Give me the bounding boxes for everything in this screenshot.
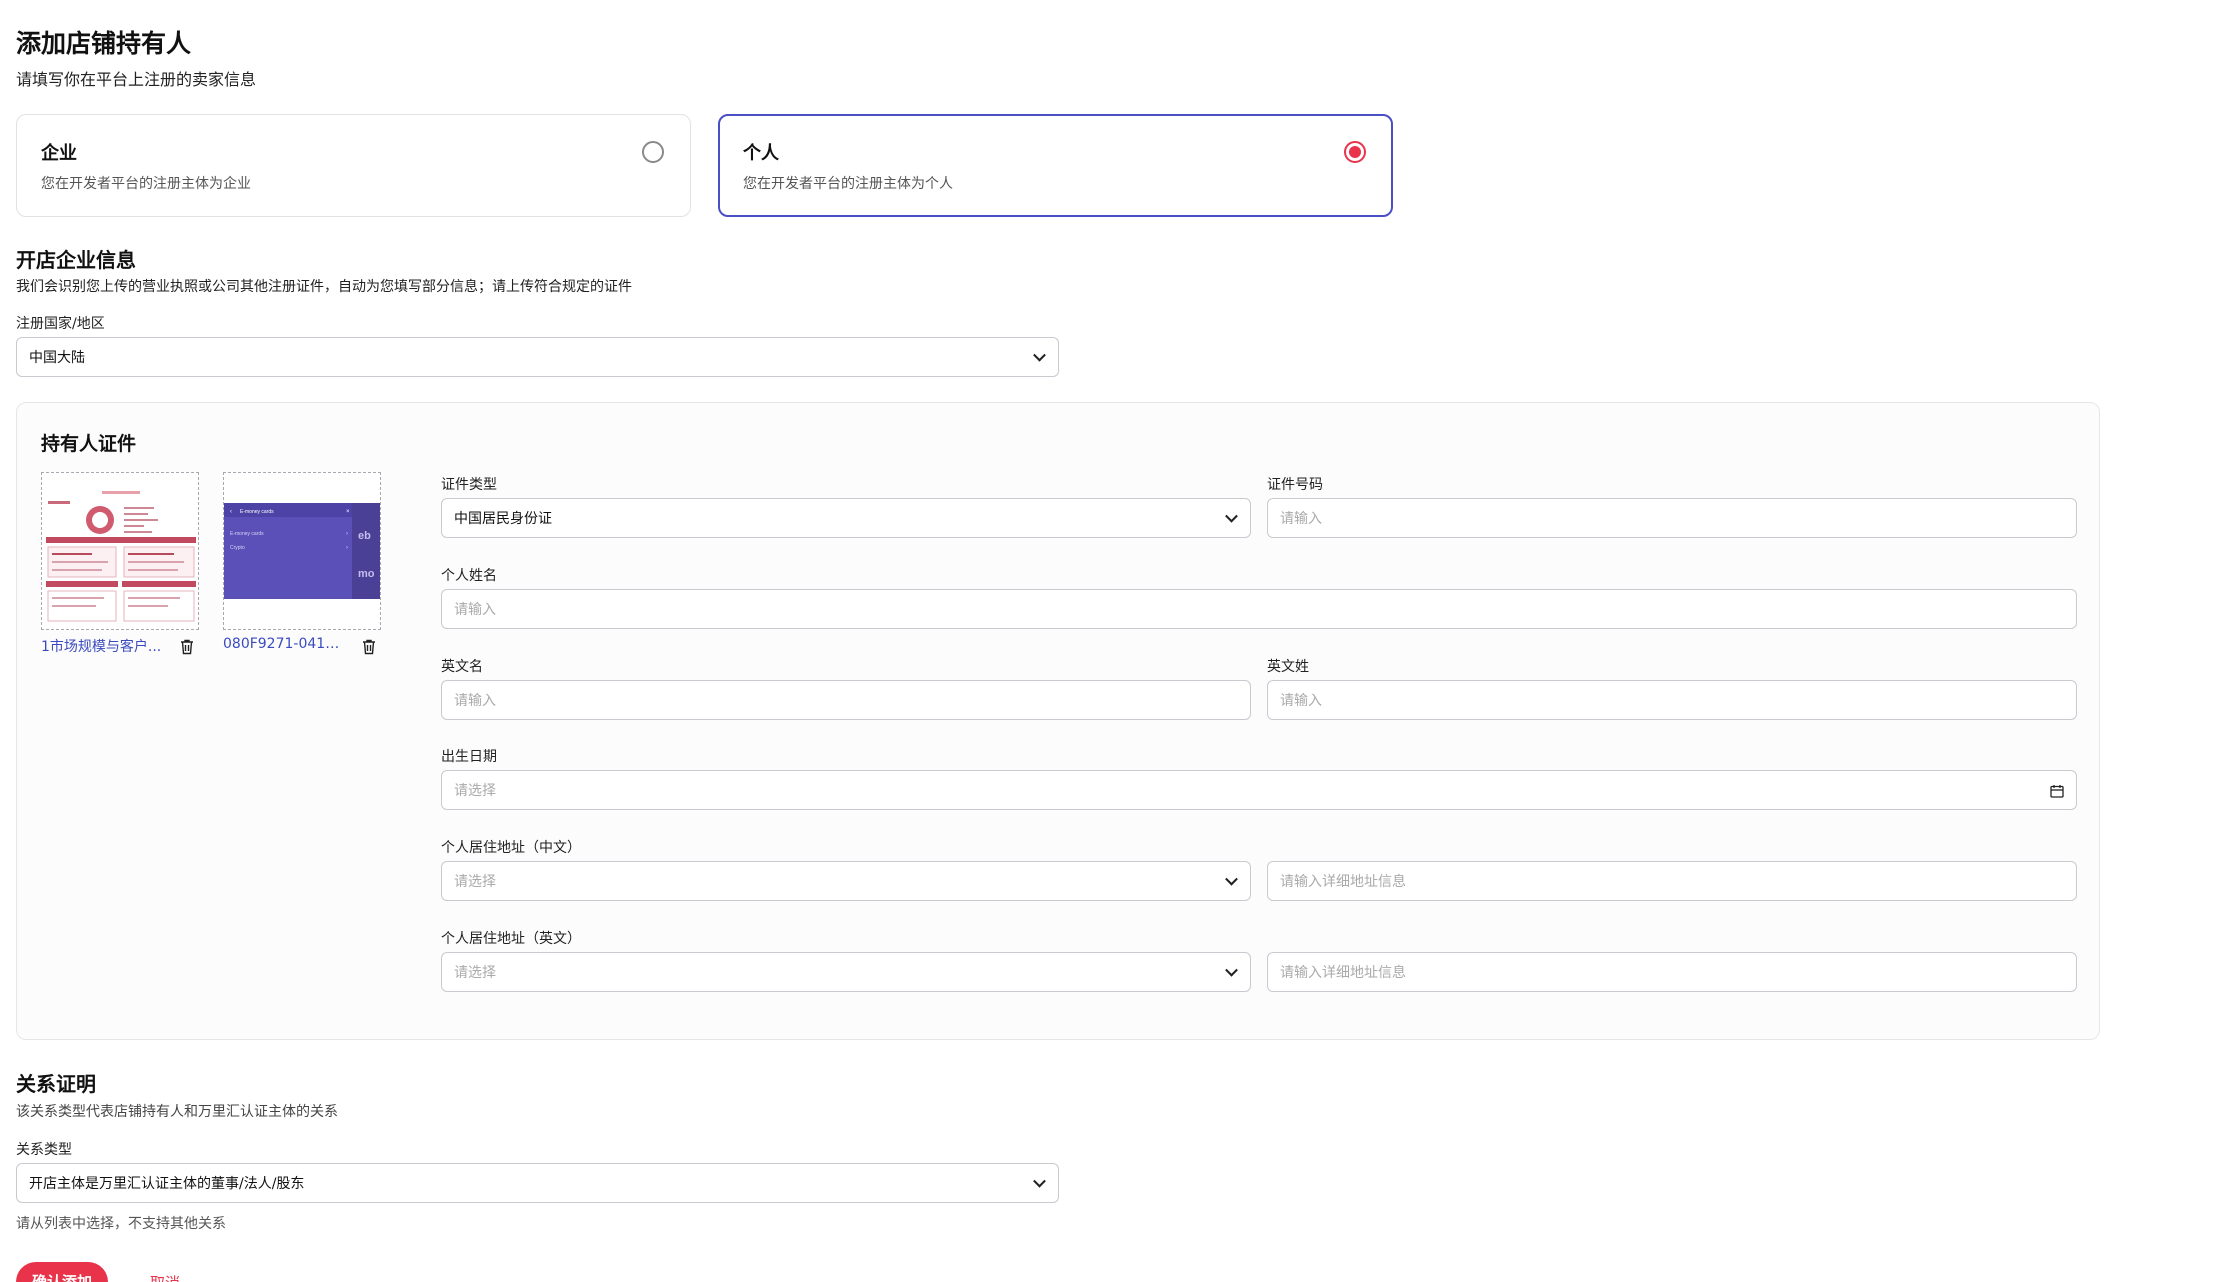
relation-type-value: 开店主体是万里汇认证主体的董事/法人/股东 [29, 1176, 305, 1192]
svg-text:›: › [346, 545, 348, 551]
svg-text:‹: ‹ [230, 509, 232, 515]
id-number-input[interactable]: 请输入 [1267, 498, 2077, 538]
name-placeholder: 请输入 [454, 602, 496, 618]
relation-type-label: 关系类型 [16, 1142, 72, 1158]
name-label: 个人姓名 [441, 568, 497, 584]
name-input[interactable]: 请输入 [441, 589, 2077, 629]
card-title: 个人 [743, 143, 779, 164]
country-label: 注册国家/地区 [16, 316, 105, 332]
emoney-cards-preview-image: E-money cards ‹ × E-money cards Crypto ›… [224, 473, 380, 629]
addr-cn-detail-input[interactable]: 请输入详细地址信息 [1267, 861, 2077, 901]
addr-en-detail-input[interactable]: 请输入详细地址信息 [1267, 952, 2077, 992]
thumb-line-3: Crypto [230, 545, 245, 551]
card-title: 企业 [41, 143, 77, 164]
id-type-value: 中国居民身份证 [454, 511, 552, 527]
country-select[interactable]: 中国大陆 [16, 337, 1059, 377]
addr-en-detail-placeholder: 请输入详细地址信息 [1280, 965, 1406, 981]
chevron-down-icon [1033, 1174, 1046, 1188]
entity-type-card-individual[interactable]: 个人 您在开发者平台的注册主体为个人 [718, 114, 1393, 217]
relation-title: 关系证明 [16, 1072, 96, 1096]
file-name-1[interactable]: 1市场规模与客户... [41, 636, 165, 656]
addr-en-label: 个人居住地址（英文） [441, 931, 581, 947]
last-name-placeholder: 请输入 [1280, 693, 1322, 709]
addr-en-select-placeholder: 请选择 [454, 965, 496, 981]
first-name-label: 英文名 [441, 659, 483, 675]
dob-placeholder: 请选择 [454, 783, 496, 799]
calendar-icon[interactable] [2050, 784, 2064, 798]
trash-icon[interactable] [180, 639, 194, 655]
chevron-down-icon [1033, 348, 1046, 362]
card-desc: 您在开发者平台的注册主体为企业 [41, 176, 251, 192]
addr-cn-region-select[interactable]: 请选择 [441, 861, 1251, 901]
cancel-button[interactable]: 取消 [150, 1272, 180, 1282]
addr-cn-label: 个人居住地址（中文） [441, 840, 581, 856]
first-name-placeholder: 请输入 [454, 693, 496, 709]
id-type-label: 证件类型 [441, 477, 497, 493]
addr-cn-select-placeholder: 请选择 [454, 874, 496, 890]
svg-text:eb: eb [358, 530, 371, 542]
card-desc: 您在开发者平台的注册主体为个人 [743, 176, 953, 192]
first-name-input[interactable]: 请输入 [441, 680, 1251, 720]
svg-text:mo: mo [358, 568, 375, 580]
company-info-desc: 我们会识别您上传的营业执照或公司其他注册证件，自动为您填写部分信息；请上传符合规… [16, 279, 632, 295]
trash-icon[interactable] [362, 639, 376, 655]
confirm-add-button[interactable]: 确认添加 [16, 1262, 108, 1282]
chevron-down-icon [1225, 872, 1238, 886]
relation-type-select[interactable]: 开店主体是万里汇认证主体的董事/法人/股东 [16, 1163, 1059, 1203]
country-value: 中国大陆 [29, 350, 85, 366]
relation-desc: 该关系类型代表店铺持有人和万里汇认证主体的关系 [16, 1104, 338, 1120]
page-title: 添加店铺持有人 [16, 29, 192, 58]
thumb-line-2: E-money cards [230, 531, 264, 537]
chevron-down-icon [1225, 509, 1238, 523]
last-name-label: 英文姓 [1267, 659, 1309, 675]
id-number-label: 证件号码 [1267, 477, 1323, 493]
svg-text:›: › [346, 531, 348, 537]
last-name-input[interactable]: 请输入 [1267, 680, 2077, 720]
uploaded-image-thumbnail[interactable] [41, 472, 199, 630]
entity-type-card-company[interactable]: 企业 您在开发者平台的注册主体为企业 [16, 114, 691, 217]
id-type-select[interactable]: 中国居民身份证 [441, 498, 1251, 538]
relation-hint: 请从列表中选择，不支持其他关系 [16, 1216, 226, 1232]
id-number-placeholder: 请输入 [1280, 511, 1322, 527]
chevron-down-icon [1225, 963, 1238, 977]
file-name-2[interactable]: 080F9271-041B-... [223, 636, 347, 652]
thumb-line-1: E-money cards [240, 509, 274, 515]
addr-en-region-select[interactable]: 请选择 [441, 952, 1251, 992]
company-info-title: 开店企业信息 [16, 248, 136, 272]
radio-individual[interactable] [1344, 141, 1366, 163]
addr-cn-detail-placeholder: 请输入详细地址信息 [1280, 874, 1406, 890]
radio-company[interactable] [642, 141, 664, 163]
uploaded-image-thumbnail[interactable]: E-money cards ‹ × E-money cards Crypto ›… [223, 472, 381, 630]
svg-text:×: × [346, 509, 350, 515]
market-analysis-preview-image [42, 473, 198, 629]
holder-docs-title: 持有人证件 [41, 433, 137, 455]
page-subtitle: 请填写你在平台上注册的卖家信息 [16, 70, 257, 89]
dob-picker[interactable]: 请选择 [441, 770, 2077, 810]
dob-label: 出生日期 [441, 749, 497, 765]
